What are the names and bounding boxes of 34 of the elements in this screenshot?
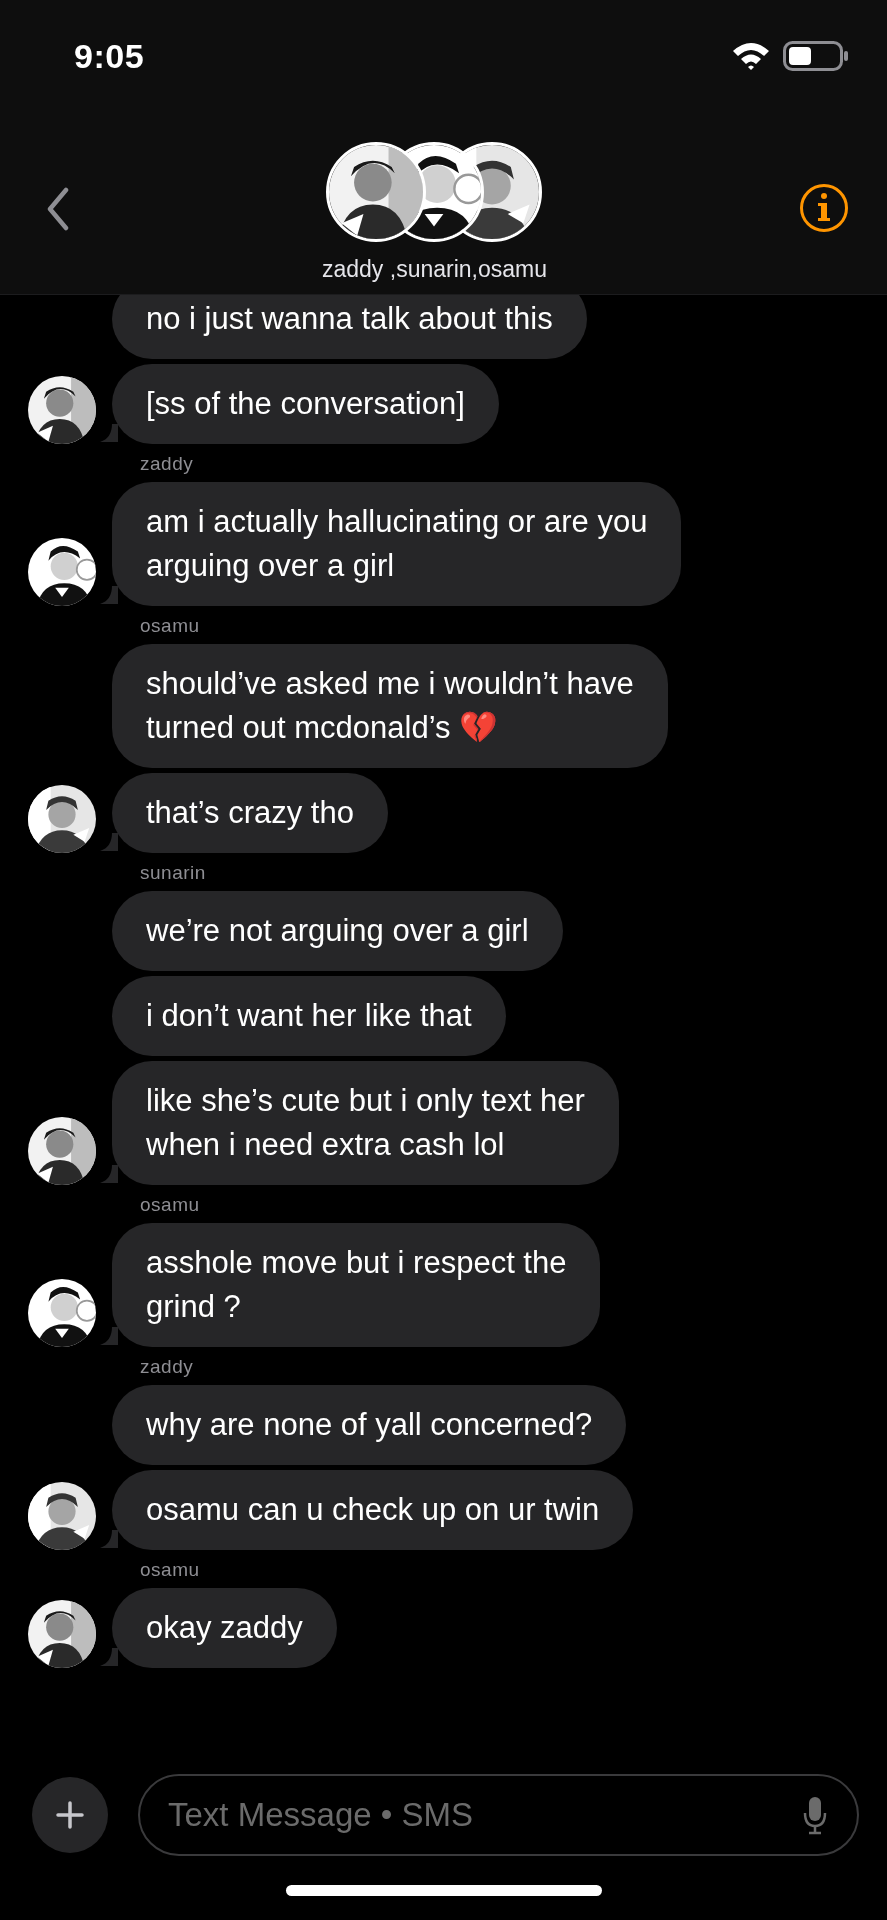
sender-name: osamu (140, 1559, 201, 1581)
sender-name: zaddy (140, 1356, 195, 1378)
bubble-tail-icon (98, 1327, 118, 1347)
message-bubble: osamu can u check up on ur twin (112, 1470, 634, 1550)
message-bubble: we’re not arguing over a girl (112, 891, 563, 971)
conversation-title[interactable]: zaddy ,sunarin,osamu (322, 256, 547, 283)
sender-name: zaddy (140, 453, 195, 475)
bubble-tail-icon (98, 833, 118, 853)
message-bubble: that’s crazy tho (112, 773, 388, 853)
sender-name: osamu (140, 1194, 201, 1216)
sender-name: sunarin (140, 862, 207, 884)
message-bubble: [ss of the conversation] (112, 364, 499, 444)
clock-time: 9:05 (74, 36, 145, 76)
message-bubble: like she’s cute but i only text her when i need extra cash lol (112, 1061, 619, 1185)
message-bubble: no i just wanna talk about this (112, 295, 587, 359)
message-bubble: should’ve asked me i wouldn’t have turned out mcdonald’s 💔 (112, 644, 668, 768)
message-bubble: i don’t want her like that (112, 976, 506, 1056)
microphone-icon[interactable] (803, 1795, 827, 1835)
message-bubble: am i actually hallucinating or are you arguing over a girl (112, 482, 682, 606)
sender-name: osamu (140, 615, 201, 637)
bubble-tail-icon (98, 1165, 118, 1185)
add-button[interactable] (32, 1777, 108, 1853)
message-field[interactable]: Text Message • SMS (138, 1774, 859, 1856)
back-icon[interactable] (46, 187, 70, 231)
bubble-tail-icon (98, 1648, 118, 1668)
battery-icon (783, 41, 849, 71)
message-bubble: okay zaddy (112, 1588, 337, 1668)
message-bubble: why are none of yall concerned? (112, 1385, 627, 1465)
bubble-tail-icon (98, 1530, 118, 1550)
bubble-tail-icon (98, 586, 118, 606)
message-bubble: asshole move but i respect the grind ? (112, 1223, 601, 1347)
info-icon[interactable] (799, 183, 849, 233)
wifi-icon (731, 41, 771, 71)
bubble-tail-icon (98, 424, 118, 444)
